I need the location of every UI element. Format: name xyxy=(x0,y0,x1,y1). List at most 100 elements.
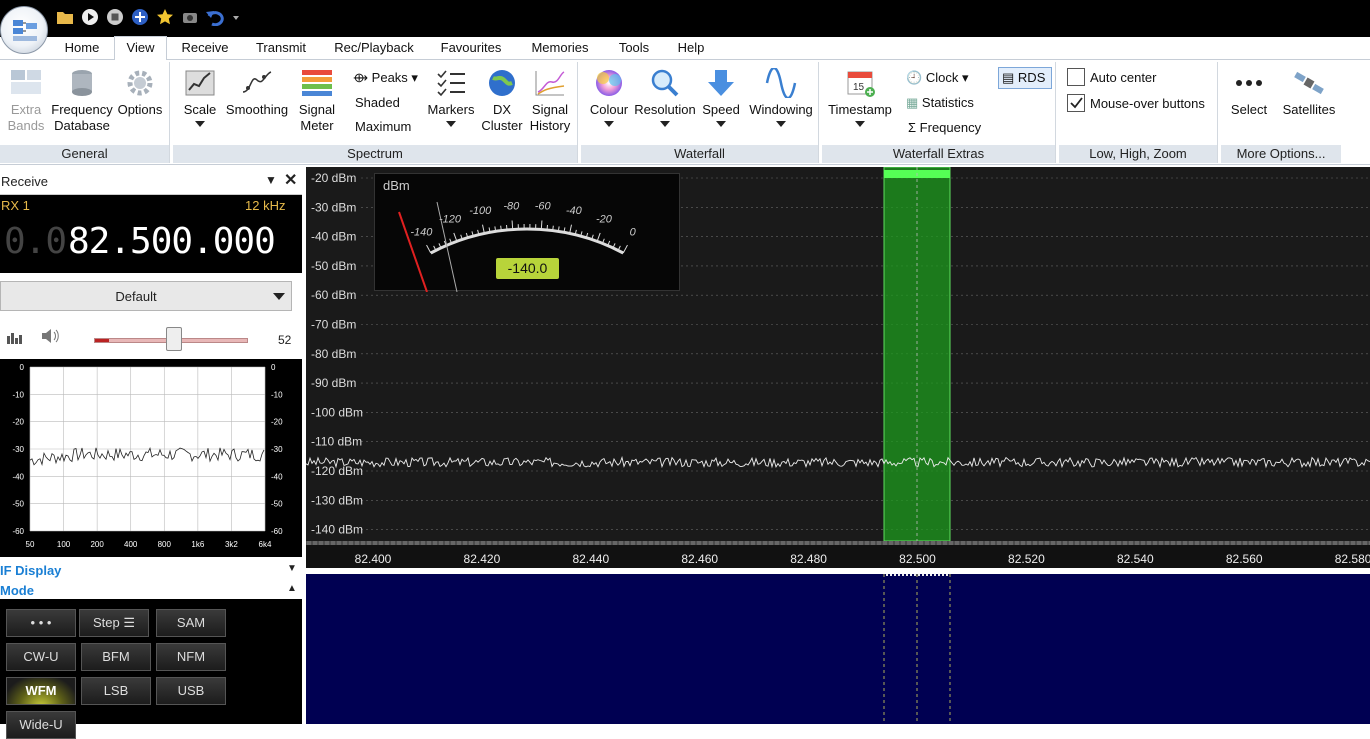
tab-view[interactable]: View xyxy=(114,36,167,61)
add-icon[interactable] xyxy=(131,8,149,26)
shaded-button[interactable]: Shaded xyxy=(355,95,400,111)
tab-receive[interactable]: Receive xyxy=(172,37,238,60)
chevron-down-icon xyxy=(273,293,285,300)
group-low-high-zoom-caption: Low, High, Zoom xyxy=(1059,145,1217,163)
auto-center-checkbox[interactable] xyxy=(1067,68,1085,86)
frequency-tick-label: 82.520 xyxy=(1008,552,1045,566)
signal-history-button[interactable]: Signal History xyxy=(525,68,575,134)
frequency-tick-label: 82.400 xyxy=(355,552,392,566)
colour-button[interactable]: Colour xyxy=(585,68,633,127)
waterfall-grip-dot xyxy=(886,574,888,576)
timestamp-button[interactable]: 15 Timestamp xyxy=(826,68,894,127)
frequency-axis[interactable]: 82.40082.42082.44082.46082.48082.50082.5… xyxy=(306,541,1370,568)
dx-cluster-button[interactable]: DX Cluster xyxy=(477,68,527,134)
waterfall-grip-dot xyxy=(922,574,924,576)
spectrum-bars-icon[interactable] xyxy=(6,330,24,347)
smoothing-button[interactable]: Smoothing xyxy=(223,68,291,118)
meter-unit-label: dBm xyxy=(383,178,410,193)
frequency-tick-label: 82.500 xyxy=(899,552,936,566)
group-waterfall-extras: 15 Timestamp 🕘 Clock ▾ ▦ Statistics Σ Fr… xyxy=(822,62,1056,163)
windowing-button[interactable]: Windowing xyxy=(745,68,817,127)
if-y-tick-left: -20 xyxy=(12,418,24,427)
signal-meter-button[interactable]: Signal Meter xyxy=(291,68,343,134)
statistics-button[interactable]: ▦ Statistics xyxy=(906,95,974,111)
frequency-tick-label: 82.560 xyxy=(1226,552,1263,566)
frequency-database-button[interactable]: Frequency Database xyxy=(50,68,114,134)
meter-scale-label: -140 xyxy=(410,226,433,238)
if-x-tick: 50 xyxy=(26,540,35,549)
checkmark-icon xyxy=(1068,95,1084,111)
select-button[interactable]: Select xyxy=(1225,68,1273,118)
maximum-button[interactable]: Maximum xyxy=(355,119,411,135)
panel-menu-icon[interactable]: ▼ xyxy=(265,173,277,187)
extra-bands-button[interactable]: Extra Bands xyxy=(4,68,48,134)
open-folder-icon[interactable] xyxy=(56,8,74,26)
spectrum-y-tick: -100 dBm xyxy=(311,405,363,419)
mode-cwu-button[interactable]: CW-U xyxy=(6,643,76,671)
mode-wide-u-button[interactable]: Wide-U xyxy=(6,711,76,739)
mode-usb-button[interactable]: USB xyxy=(156,677,226,705)
mouse-over-buttons-checkbox[interactable] xyxy=(1067,94,1085,112)
preset-dropdown[interactable]: Default xyxy=(0,281,292,311)
mode-wfm-button[interactable]: WFM xyxy=(6,677,76,705)
play-icon[interactable] xyxy=(81,8,99,26)
clock-button[interactable]: 🕘 Clock ▾ xyxy=(906,70,968,86)
close-icon[interactable]: ✕ xyxy=(284,170,297,190)
if-x-tick: 100 xyxy=(57,540,71,549)
if-display-title[interactable]: IF Display xyxy=(0,563,61,578)
colour-label: Colour xyxy=(590,102,628,117)
mode-bfm-button[interactable]: BFM xyxy=(81,643,151,671)
tab-transmit[interactable]: Transmit xyxy=(245,37,317,60)
if-y-tick-left: -50 xyxy=(12,500,24,509)
tab-favourites[interactable]: Favourites xyxy=(432,37,510,60)
speed-button[interactable]: Speed xyxy=(697,68,745,127)
waterfall-grip-dot xyxy=(938,574,940,576)
frequency-display[interactable]: RX 1 12 kHz 0.0 82.500.000 xyxy=(0,195,302,273)
waterfall-grip-dot xyxy=(918,574,920,576)
mode-sam-button[interactable]: SAM xyxy=(156,609,226,637)
scale-button[interactable]: Scale xyxy=(179,68,221,127)
frequency-tick-label: 82.580 xyxy=(1335,552,1370,566)
meter-scale-label: -40 xyxy=(566,205,583,217)
waterfall-display[interactable] xyxy=(306,574,1370,724)
volume-slider-thumb[interactable] xyxy=(166,327,182,351)
tab-home[interactable]: Home xyxy=(55,37,109,60)
tab-memories[interactable]: Memories xyxy=(522,37,598,60)
rds-button[interactable]: ▤ RDS xyxy=(998,67,1052,89)
select-label: Select xyxy=(1231,102,1267,117)
camera-icon[interactable] xyxy=(181,8,199,26)
satellites-button[interactable]: Satellites xyxy=(1279,68,1339,118)
markers-button[interactable]: Markers xyxy=(427,68,475,127)
peaks-button[interactable]: ⟴ Peaks ▾ xyxy=(353,70,418,86)
tab-help[interactable]: Help xyxy=(669,37,713,60)
waterfall-grip-dot xyxy=(914,574,916,576)
tab-tools[interactable]: Tools xyxy=(609,37,659,60)
mode-title[interactable]: Mode xyxy=(0,583,34,598)
mode-step-button[interactable]: Step ☰ xyxy=(79,609,149,637)
mode-lsb-button[interactable]: LSB xyxy=(81,677,151,705)
spectrum-display[interactable]: -20 dBm-30 dBm-40 dBm-50 dBm-60 dBm-70 d… xyxy=(306,167,1370,541)
resolution-button[interactable]: Resolution xyxy=(633,68,697,127)
mode-more-button[interactable]: • • • xyxy=(6,609,76,637)
undo-icon[interactable] xyxy=(205,8,223,26)
options-button[interactable]: Options xyxy=(114,68,166,118)
tab-rec-playback[interactable]: Rec/Playback xyxy=(326,37,422,60)
signal-history-icon xyxy=(533,68,567,98)
meter-tick xyxy=(541,221,542,230)
frequency-value: 82.500.000 xyxy=(68,221,275,262)
app-menu-button[interactable] xyxy=(0,6,48,54)
star-icon[interactable] xyxy=(156,8,174,26)
clock-label: Clock xyxy=(926,70,959,85)
frequency-button[interactable]: Σ Frequency xyxy=(908,120,981,136)
group-spectrum: Scale Smoothing Signal Meter ⟴ Peaks ▾ S… xyxy=(173,62,578,163)
stop-icon[interactable] xyxy=(106,8,124,26)
collapse-up-icon[interactable]: ▲ xyxy=(287,583,297,594)
group-spectrum-caption: Spectrum xyxy=(173,145,577,163)
collapse-down-icon[interactable]: ▼ xyxy=(287,563,297,574)
speaker-icon[interactable] xyxy=(40,326,62,349)
waterfall-grip-dot xyxy=(910,574,912,576)
customize-dropdown-icon[interactable] xyxy=(231,11,241,21)
signal-history-label: Signal History xyxy=(530,102,570,133)
smoothing-label: Smoothing xyxy=(226,102,288,117)
mode-nfm-button[interactable]: NFM xyxy=(156,643,226,671)
